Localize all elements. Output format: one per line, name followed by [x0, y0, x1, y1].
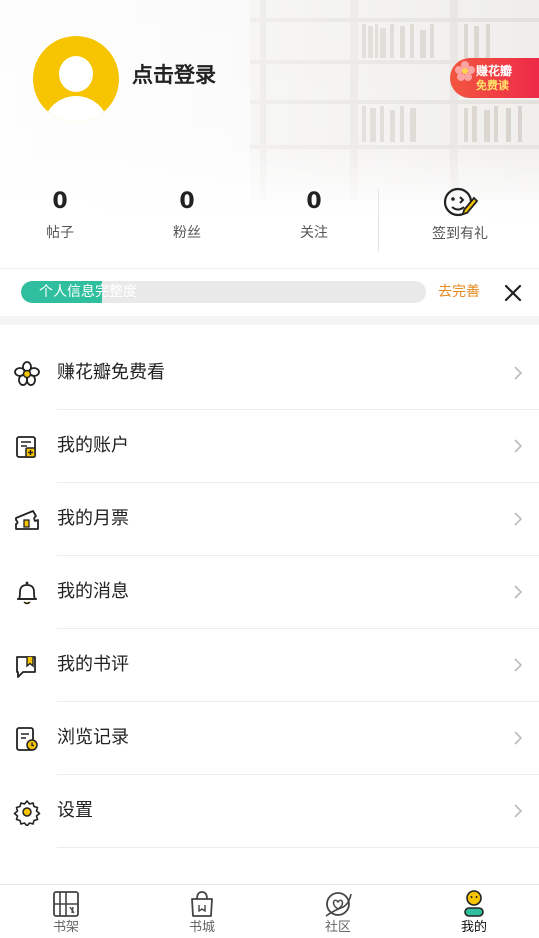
stat-following[interactable]: 0 关注: [274, 182, 354, 244]
menu-divider: [57, 847, 539, 848]
avatar[interactable]: [33, 36, 119, 122]
menu-item-label: 浏览记录: [57, 727, 129, 748]
menu-item-label: 我的月票: [57, 508, 129, 529]
book-review-icon: [16, 656, 36, 678]
wallet-icon: [16, 436, 36, 458]
mine-icon: [464, 890, 484, 917]
menu-item-label: 我的书评: [57, 654, 129, 675]
menu-item-label: 赚花瓣免费看: [57, 362, 165, 383]
earn-badge-line1: 赚花瓣: [476, 64, 513, 78]
stat-following-label: 关注: [300, 225, 328, 241]
menu-item-browse-history[interactable]: 浏览记录: [0, 702, 539, 775]
profile-completion-row: 个人信息完整度 去完善: [0, 268, 539, 316]
tab-bookshelf[interactable]: 书架: [21, 885, 111, 938]
stat-posts-count: 0: [52, 189, 68, 214]
menu-item-account[interactable]: 我的账户: [0, 410, 539, 483]
flower-icon: [14, 361, 40, 386]
tab-bookstore[interactable]: 书城: [157, 885, 247, 938]
menu-item-earn-petals[interactable]: 赚花瓣免费看: [0, 337, 539, 410]
profile-completion-bar: 个人信息完整度: [21, 281, 426, 303]
menu-item-monthly-ticket[interactable]: 我的月票: [0, 483, 539, 556]
avatar-head-shape: [59, 56, 93, 92]
history-icon: [16, 727, 38, 751]
bottom-tab-bar: 书架 书城 社区 我的: [0, 884, 539, 938]
tab-mine[interactable]: 我的: [429, 885, 519, 938]
menu-item-label: 我的消息: [57, 581, 129, 602]
menu-item-messages[interactable]: 我的消息: [0, 556, 539, 629]
stat-following-count: 0: [306, 189, 322, 214]
menu-item-settings[interactable]: 设置: [0, 775, 539, 848]
tab-community[interactable]: 社区: [293, 885, 383, 938]
chevron-right-icon: [514, 439, 523, 453]
menu-item-label: 设置: [57, 800, 93, 821]
stat-fans-count: 0: [179, 189, 195, 214]
bookstore-bag-icon: [191, 891, 213, 917]
stats-divider: [378, 190, 379, 252]
tab-label: 我的: [460, 920, 487, 935]
chevron-right-icon: [514, 658, 523, 672]
avatar-body-shape: [43, 96, 109, 122]
stat-fans-label: 粉丝: [173, 225, 201, 241]
signin-reward-button[interactable]: 签到有礼: [420, 182, 500, 245]
settings-menu: 赚花瓣免费看 我的账户 我的月票 我的消息 我的书评 浏览记录 设置: [0, 337, 539, 848]
community-icon: [325, 892, 352, 917]
stats-row: 0 帖子 0 粉丝 0 关注 签到有礼: [0, 182, 539, 262]
chevron-right-icon: [514, 366, 523, 380]
tab-label: 书架: [52, 920, 79, 935]
tab-label: 书城: [188, 920, 215, 935]
stat-posts[interactable]: 0 帖子: [20, 182, 100, 244]
petal-flower-icon: [455, 61, 475, 81]
chevron-right-icon: [514, 804, 523, 818]
menu-item-label: 我的账户: [57, 435, 129, 456]
signin-face-pencil-icon: [443, 187, 478, 217]
signin-label: 签到有礼: [432, 226, 488, 242]
login-link[interactable]: 点击登录: [132, 60, 216, 90]
chevron-right-icon: [514, 585, 523, 599]
complete-profile-link[interactable]: 去完善: [438, 282, 480, 302]
section-gap: [0, 316, 539, 325]
earn-petals-badge[interactable]: 赚花瓣 免费读: [450, 58, 539, 98]
earn-badge-line2: 免费读: [476, 79, 509, 92]
stat-posts-label: 帖子: [46, 225, 74, 241]
gear-icon: [13, 800, 41, 826]
bookshelf-icon: [53, 891, 79, 917]
profile-completion-label: 个人信息完整度: [39, 284, 137, 300]
bell-icon: [17, 581, 37, 605]
stat-fans[interactable]: 0 粉丝: [147, 182, 227, 244]
close-icon[interactable]: [502, 282, 524, 304]
ticket-icon: [15, 510, 39, 530]
chevron-right-icon: [514, 512, 523, 526]
tab-label: 社区: [324, 920, 351, 935]
menu-item-book-reviews[interactable]: 我的书评: [0, 629, 539, 702]
chevron-right-icon: [514, 731, 523, 745]
